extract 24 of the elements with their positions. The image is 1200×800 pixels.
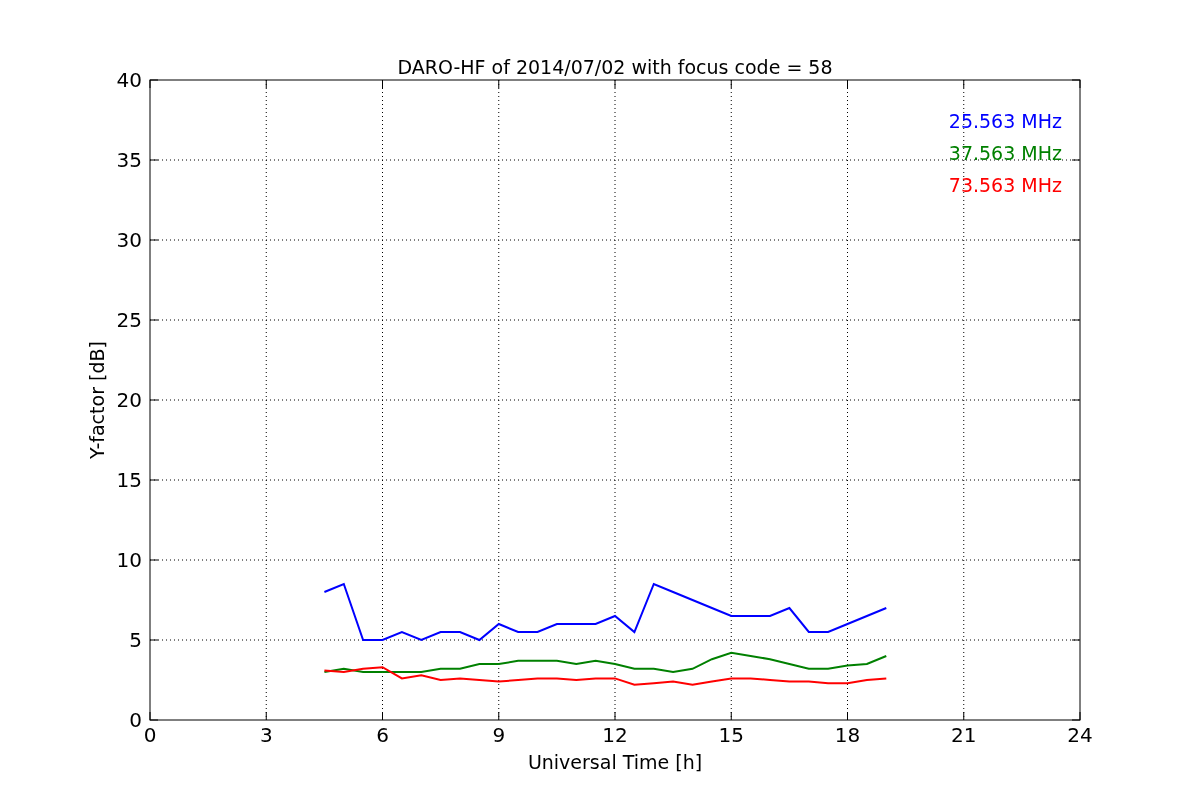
tick-label: 30 [116,228,142,252]
tick-label: 40 [116,68,142,92]
axis-title: Universal Time [h] [527,751,703,773]
legend-label: 25.563 MHz [948,110,1062,132]
tick-label: 20 [116,388,142,412]
tick-label: 0 [129,708,142,732]
tick-label: 25 [116,308,142,332]
tick-label: 18 [834,723,861,747]
tick-label: 10 [116,548,142,572]
tick-label: 5 [129,628,142,652]
tick-label: 9 [492,723,506,747]
tick-label: 6 [376,723,389,747]
tick-label: 15 [718,723,744,747]
tick-label: 21 [951,723,977,747]
tick-label: 35 [116,148,142,172]
tick-label: 24 [1067,723,1093,747]
tick-label: 0 [143,723,157,747]
legend-label: 37.563 MHz [948,142,1062,164]
tick-label: 12 [602,723,628,747]
legend-label: 73.563 MHz [948,174,1062,196]
axis-title: Y-factor [dB] [86,341,108,459]
chart-title: DARO-HF of 2014/07/02 with focus code = 58 [397,56,833,78]
tick-label: 15 [116,468,142,492]
tick-label: 3 [259,723,273,747]
